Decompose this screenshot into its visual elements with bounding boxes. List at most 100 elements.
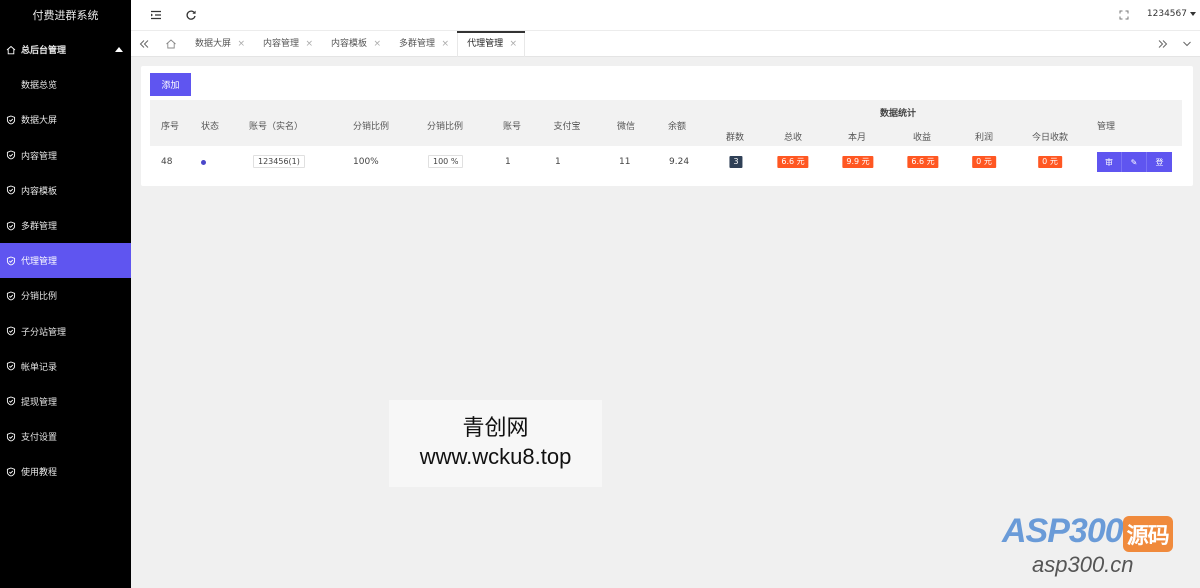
shield-check-icon [6,361,16,371]
groups-badge: 3 [729,156,743,168]
cell-alipay: 1 [555,157,561,167]
login-button[interactable]: 登 [1147,152,1172,172]
tab-label: 内容模板 [331,39,368,49]
th-status: 状态 [200,122,220,132]
close-icon[interactable]: × [237,31,245,57]
ratio-input[interactable]: 100 % [428,155,464,168]
top-header: 1234567 [131,0,1200,31]
tab-label: 数据大屏 [195,39,232,49]
app-brand: 付费进群系统 [32,9,99,22]
sidebar-item-payment-settings[interactable]: 支付设置 [0,419,131,454]
tabs-scroll-left-icon[interactable] [137,37,151,51]
home-tab-icon[interactable] [164,37,178,51]
caret-down-icon [1190,12,1196,16]
today-badge: 0 元 [1038,156,1062,168]
th-wechat: 微信 [616,122,636,132]
cell-ratio: 100% [353,157,379,167]
asp300-logo: ASP300 源码 asp300.cn [1002,512,1196,582]
tab-multi-group[interactable]: 多群管理 × [389,31,457,57]
tab-content-templates[interactable]: 内容模板 × [321,31,389,57]
tabs-menu-chevron-down-icon[interactable] [1180,37,1194,51]
sidebar-item-bill-records[interactable]: 帐单记录 [0,349,131,384]
fullscreen-icon[interactable] [1118,9,1130,21]
sidebar-item-label: 内容模板 [21,186,58,197]
sidebar-item-label: 提现管理 [21,397,58,408]
shield-check-icon [6,256,16,266]
sidebar-item-admin-group[interactable]: 总后台管理 [0,32,131,67]
shield-check-icon [6,221,16,231]
status-dot [201,160,206,165]
shield-check-icon [6,185,16,195]
sidebar-item-withdrawal-management[interactable]: 提现管理 [0,384,131,419]
sidebar-item-label: 内容管理 [21,151,58,162]
th-month: 本月 [847,133,867,143]
watermark-line-2: www.wcku8.top [419,444,572,469]
th-ratio: 分销比例 [352,122,390,132]
agent-table-card: 添加 序号 状态 账号（实名） 分销比例 分销比例 账号 支付宝 微信 余额 数… [141,66,1193,186]
shield-check-icon [6,115,16,125]
menu-fold-icon[interactable] [150,9,162,21]
month-badge: 9.9 元 [842,156,874,168]
cell-index: 48 [161,157,173,167]
sidebar-item-data-screen[interactable]: 数据大屏 [0,102,131,137]
tab-agent-management[interactable]: 代理管理 × [457,31,526,57]
sidebar-item-label: 分销比例 [21,292,58,303]
refresh-icon[interactable] [185,9,197,21]
sidebar-item-content-templates[interactable]: 内容模板 [0,173,131,208]
table-header: 序号 状态 账号（实名） 分销比例 分销比例 账号 支付宝 微信 余额 数据统计… [150,100,1182,146]
th-stats-group: 数据统计 [879,109,917,119]
th-profit: 利润 [974,133,994,143]
tab-data-screen[interactable]: 数据大屏 × [185,31,253,57]
th-acct: 账号 [502,122,522,132]
sidebar-item-agent-management[interactable]: 代理管理 [0,243,131,279]
th-index: 序号 [160,122,180,132]
sidebar-item-label: 数据大屏 [21,116,58,127]
asp300-brand-text: ASP300 [1002,512,1124,550]
asp300-site: asp300.cn [1032,552,1134,577]
watermark-line-1: 青创网 [462,416,529,441]
sidebar-item-label: 总后台管理 [21,46,67,57]
shield-check-icon [6,467,16,477]
sidebar-item-label: 代理管理 [21,257,58,268]
asp300-brand-suffix: 源码 [1122,516,1173,552]
tabs-bar: 数据大屏 × 内容管理 × 内容模板 × 多群管理 × 代理管理 × [131,31,1200,57]
tab-label: 内容管理 [263,39,300,49]
th-alipay: 支付宝 [553,122,581,132]
income-badge: 6.6 元 [907,156,939,168]
sidebar-item-tutorial[interactable]: 使用教程 [0,454,131,489]
sidebar-item-data-overview[interactable]: 数据总览 [0,67,131,102]
close-icon[interactable]: × [374,31,382,57]
review-button[interactable]: 审 [1097,152,1122,172]
home-icon [6,45,16,55]
shield-check-icon [6,432,16,442]
sidebar-item-substation-management[interactable]: 子分站管理 [0,314,131,349]
sidebar-item-label: 子分站管理 [21,327,67,338]
asp300-brand: ASP300 源码 [1002,512,1196,552]
close-icon[interactable]: × [442,31,450,57]
add-button[interactable]: 添加 [150,73,191,96]
close-icon[interactable]: × [510,31,518,57]
shield-check-icon [6,326,16,336]
shield-check-icon [6,150,16,160]
user-menu[interactable]: 1234567 [1147,9,1196,19]
close-icon[interactable]: × [305,31,313,57]
sidebar-item-content-management[interactable]: 内容管理 [0,138,131,173]
tabs-scroll-right-icon[interactable] [1156,37,1170,51]
sidebar-item-multi-group[interactable]: 多群管理 [0,208,131,243]
sidebar-item-label: 支付设置 [21,433,58,444]
th-income: 收益 [912,133,932,143]
tab-label: 代理管理 [467,39,504,49]
edit-button[interactable]: ✎ [1122,152,1147,172]
tab-label: 多群管理 [399,39,436,49]
sidebar-item-label: 多群管理 [21,222,58,233]
sidebar-item-distribution-ratio[interactable]: 分销比例 [0,278,131,313]
tab-content-management[interactable]: 内容管理 × [253,31,321,57]
cell-account[interactable]: 123456(1) [253,155,305,168]
sidebar-item-label: 使用教程 [21,468,58,479]
caret-up-icon [115,46,123,52]
th-ratio-input: 分销比例 [426,122,464,132]
profit-badge: 0 元 [972,156,996,168]
cell-acct: 1 [505,157,511,167]
th-groups: 群数 [725,133,745,143]
watermark-box: 青创网 www.wcku8.top [389,400,602,487]
